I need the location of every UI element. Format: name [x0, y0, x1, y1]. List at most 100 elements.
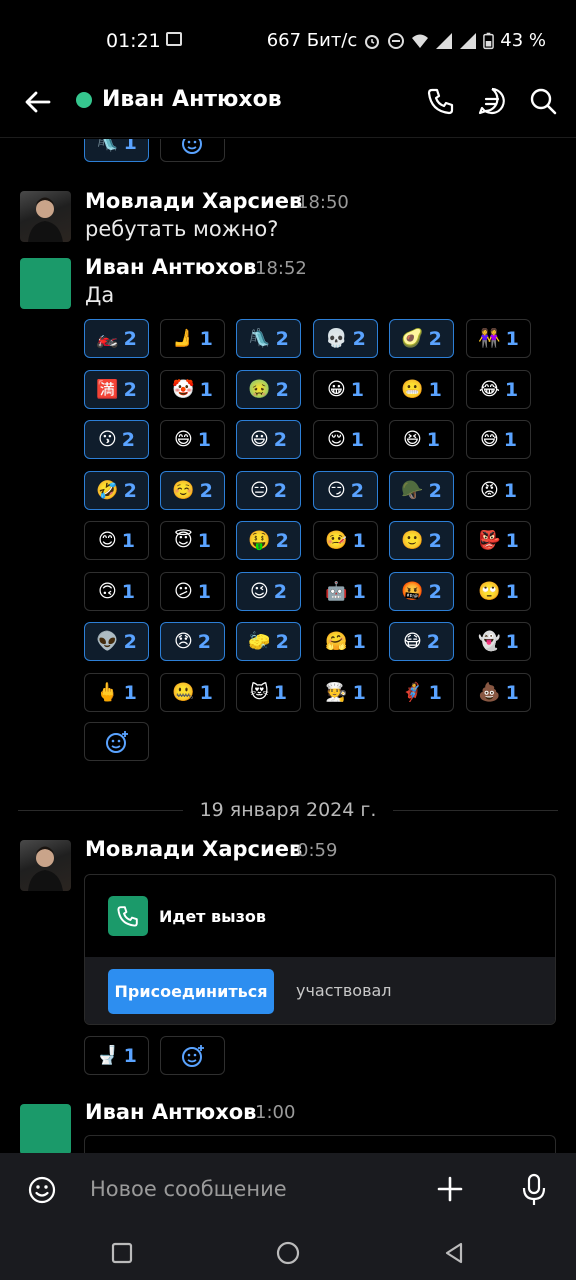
reaction-chip[interactable]: 💩 1 — [466, 673, 531, 712]
reaction-chip[interactable]: ☺️ 2 — [160, 471, 225, 510]
reaction-chip[interactable]: 😡 1 — [466, 471, 531, 510]
reaction-chip[interactable]: 😕 1 — [160, 572, 225, 611]
chat-title[interactable]: Иван Антюхов — [102, 87, 282, 112]
reaction-chip[interactable]: 🏍️ 2 — [84, 319, 149, 358]
reaction-emoji: 😬 — [401, 378, 424, 400]
reaction-chip[interactable]: 🚽 1 — [84, 1036, 149, 1075]
reaction-emoji: 🙄 — [478, 580, 501, 602]
call-card-header: Идет вызов — [85, 875, 555, 957]
reaction-count: 2 — [426, 630, 440, 653]
join-call-button[interactable]: Присоединиться — [108, 969, 274, 1014]
reaction-chip[interactable]: 🦸 1 — [389, 673, 454, 712]
reaction-count: 1 — [197, 529, 211, 552]
message-author[interactable]: Мовлади Харсиев — [85, 189, 302, 213]
reaction-chip[interactable]: 🤐 1 — [160, 673, 225, 712]
reaction-chip[interactable]: 🛝 1 — [84, 139, 149, 162]
chat-bubble-icon[interactable] — [477, 86, 507, 116]
reaction-chip[interactable]: 😷 2 — [389, 622, 454, 661]
reaction-emoji: 😷 — [403, 630, 422, 652]
reaction-chip[interactable]: 🥑 2 — [389, 319, 454, 358]
reaction-chip[interactable]: 😻 1 — [236, 673, 301, 712]
reaction-chip[interactable]: 😅 1 — [466, 420, 531, 459]
reaction-chip[interactable]: 😄 1 — [160, 420, 225, 459]
reaction-chip[interactable]: 🤣 2 — [84, 471, 149, 510]
reaction-emoji: 🛝 — [248, 327, 271, 349]
message-input[interactable]: Новое сообщение — [90, 1177, 287, 1201]
reaction-chip[interactable]: 🫸 1 — [160, 319, 225, 358]
reaction-chip[interactable]: 👺 1 — [466, 521, 531, 560]
reaction-chip[interactable]: 🤡 1 — [160, 370, 225, 409]
reaction-chip[interactable]: 🤢 2 — [236, 370, 301, 409]
reaction-count: 2 — [275, 529, 289, 552]
reaction-chip[interactable]: 🤖 1 — [313, 572, 378, 611]
status-bar: 01:21 667 Бит/с 43 % — [0, 0, 576, 80]
add-reaction-button[interactable] — [160, 1036, 225, 1075]
reaction-chip[interactable]: 😌 1 — [313, 420, 378, 459]
reaction-chip[interactable]: 🤑 2 — [236, 521, 301, 560]
home-icon[interactable] — [276, 1241, 300, 1265]
message-author[interactable]: Мовлади Харсиев — [85, 837, 302, 861]
reaction-emoji: 😉 — [250, 580, 269, 602]
search-icon[interactable] — [528, 86, 558, 116]
message-author[interactable]: Иван Антюхов — [85, 255, 256, 279]
reaction-chip[interactable]: 😀 1 — [313, 370, 378, 409]
reaction-chip[interactable]: 🧽 2 — [236, 622, 301, 661]
reaction-chip[interactable]: 🙂 2 — [389, 521, 454, 560]
reaction-chip[interactable]: 🙃 1 — [84, 572, 149, 611]
reaction-count: 1 — [505, 529, 519, 552]
reaction-chip[interactable]: 😂 1 — [466, 370, 531, 409]
reaction-chip[interactable]: 👻 1 — [466, 622, 531, 661]
recents-icon[interactable] — [110, 1241, 134, 1265]
arrow-left-icon[interactable] — [22, 86, 54, 118]
avatar[interactable] — [20, 840, 71, 891]
reaction-chip[interactable]: 🧑‍🍳 1 — [313, 673, 378, 712]
reaction-chip[interactable]: 😉 2 — [236, 572, 301, 611]
reaction-chip[interactable]: 😇 1 — [160, 521, 225, 560]
reaction-emoji: 🧑‍🍳 — [325, 681, 348, 703]
avatar[interactable] — [20, 1104, 71, 1153]
message-author[interactable]: Иван Антюхов — [85, 1100, 256, 1124]
reaction-chip[interactable]: 🖕 1 — [84, 673, 149, 712]
reaction-chip[interactable]: 😆 1 — [389, 420, 454, 459]
reaction-chip[interactable]: 🈵 2 — [84, 370, 149, 409]
avatar[interactable] — [20, 258, 71, 309]
reaction-chip[interactable]: 😬 1 — [389, 370, 454, 409]
reaction-chip[interactable]: 🤒 1 — [313, 521, 378, 560]
reaction-count: 1 — [199, 327, 213, 350]
message-list[interactable]: 🛝 1 Мовлади Харсиев 18:50 ребутать можно… — [0, 139, 576, 1153]
back-nav-icon[interactable] — [442, 1241, 466, 1265]
add-reaction-button[interactable] — [160, 139, 225, 162]
message-text: Да — [85, 283, 115, 307]
reaction-emoji: 👭 — [478, 327, 501, 349]
reaction-chip[interactable]: 😏 2 — [313, 471, 378, 510]
reaction-count: 1 — [503, 428, 517, 451]
date-label: 19 января 2024 г. — [199, 799, 377, 821]
reaction-count: 2 — [273, 479, 287, 502]
plus-icon[interactable] — [436, 1175, 464, 1203]
reaction-chip[interactable]: 😑 2 — [236, 471, 301, 510]
reaction-chip[interactable]: 🛝 2 — [236, 319, 301, 358]
reaction-chip[interactable]: 👽 2 — [84, 622, 149, 661]
avatar[interactable] — [20, 191, 71, 242]
reaction-chip[interactable]: 🤗 1 — [313, 622, 378, 661]
reaction-count: 1 — [352, 630, 366, 653]
phone-icon — [117, 906, 138, 927]
signal-1-icon — [436, 32, 453, 49]
reaction-chip[interactable]: 🪖 2 — [389, 471, 454, 510]
reaction-chip[interactable]: 👭 1 — [466, 319, 531, 358]
reaction-chip[interactable]: 😗 2 — [84, 420, 149, 459]
reaction-chip[interactable]: 🤬 2 — [389, 572, 454, 611]
reaction-chip[interactable]: 😊 1 — [84, 521, 149, 560]
phone-icon[interactable] — [426, 86, 456, 116]
reaction-count: 1 — [428, 378, 442, 401]
reaction-chip[interactable]: 😞 2 — [160, 622, 225, 661]
reaction-chip[interactable]: 😃 2 — [236, 420, 301, 459]
reaction-chip[interactable]: 💀 2 — [313, 319, 378, 358]
attachment-card[interactable] — [84, 1135, 556, 1153]
reaction-count: 2 — [123, 327, 137, 350]
add-reaction-button[interactable] — [84, 722, 149, 761]
smiley-icon[interactable] — [27, 1175, 57, 1205]
reaction-chip[interactable]: 🙄 1 — [466, 572, 531, 611]
microphone-icon[interactable] — [521, 1173, 547, 1207]
reaction-emoji: 🙃 — [98, 580, 117, 602]
